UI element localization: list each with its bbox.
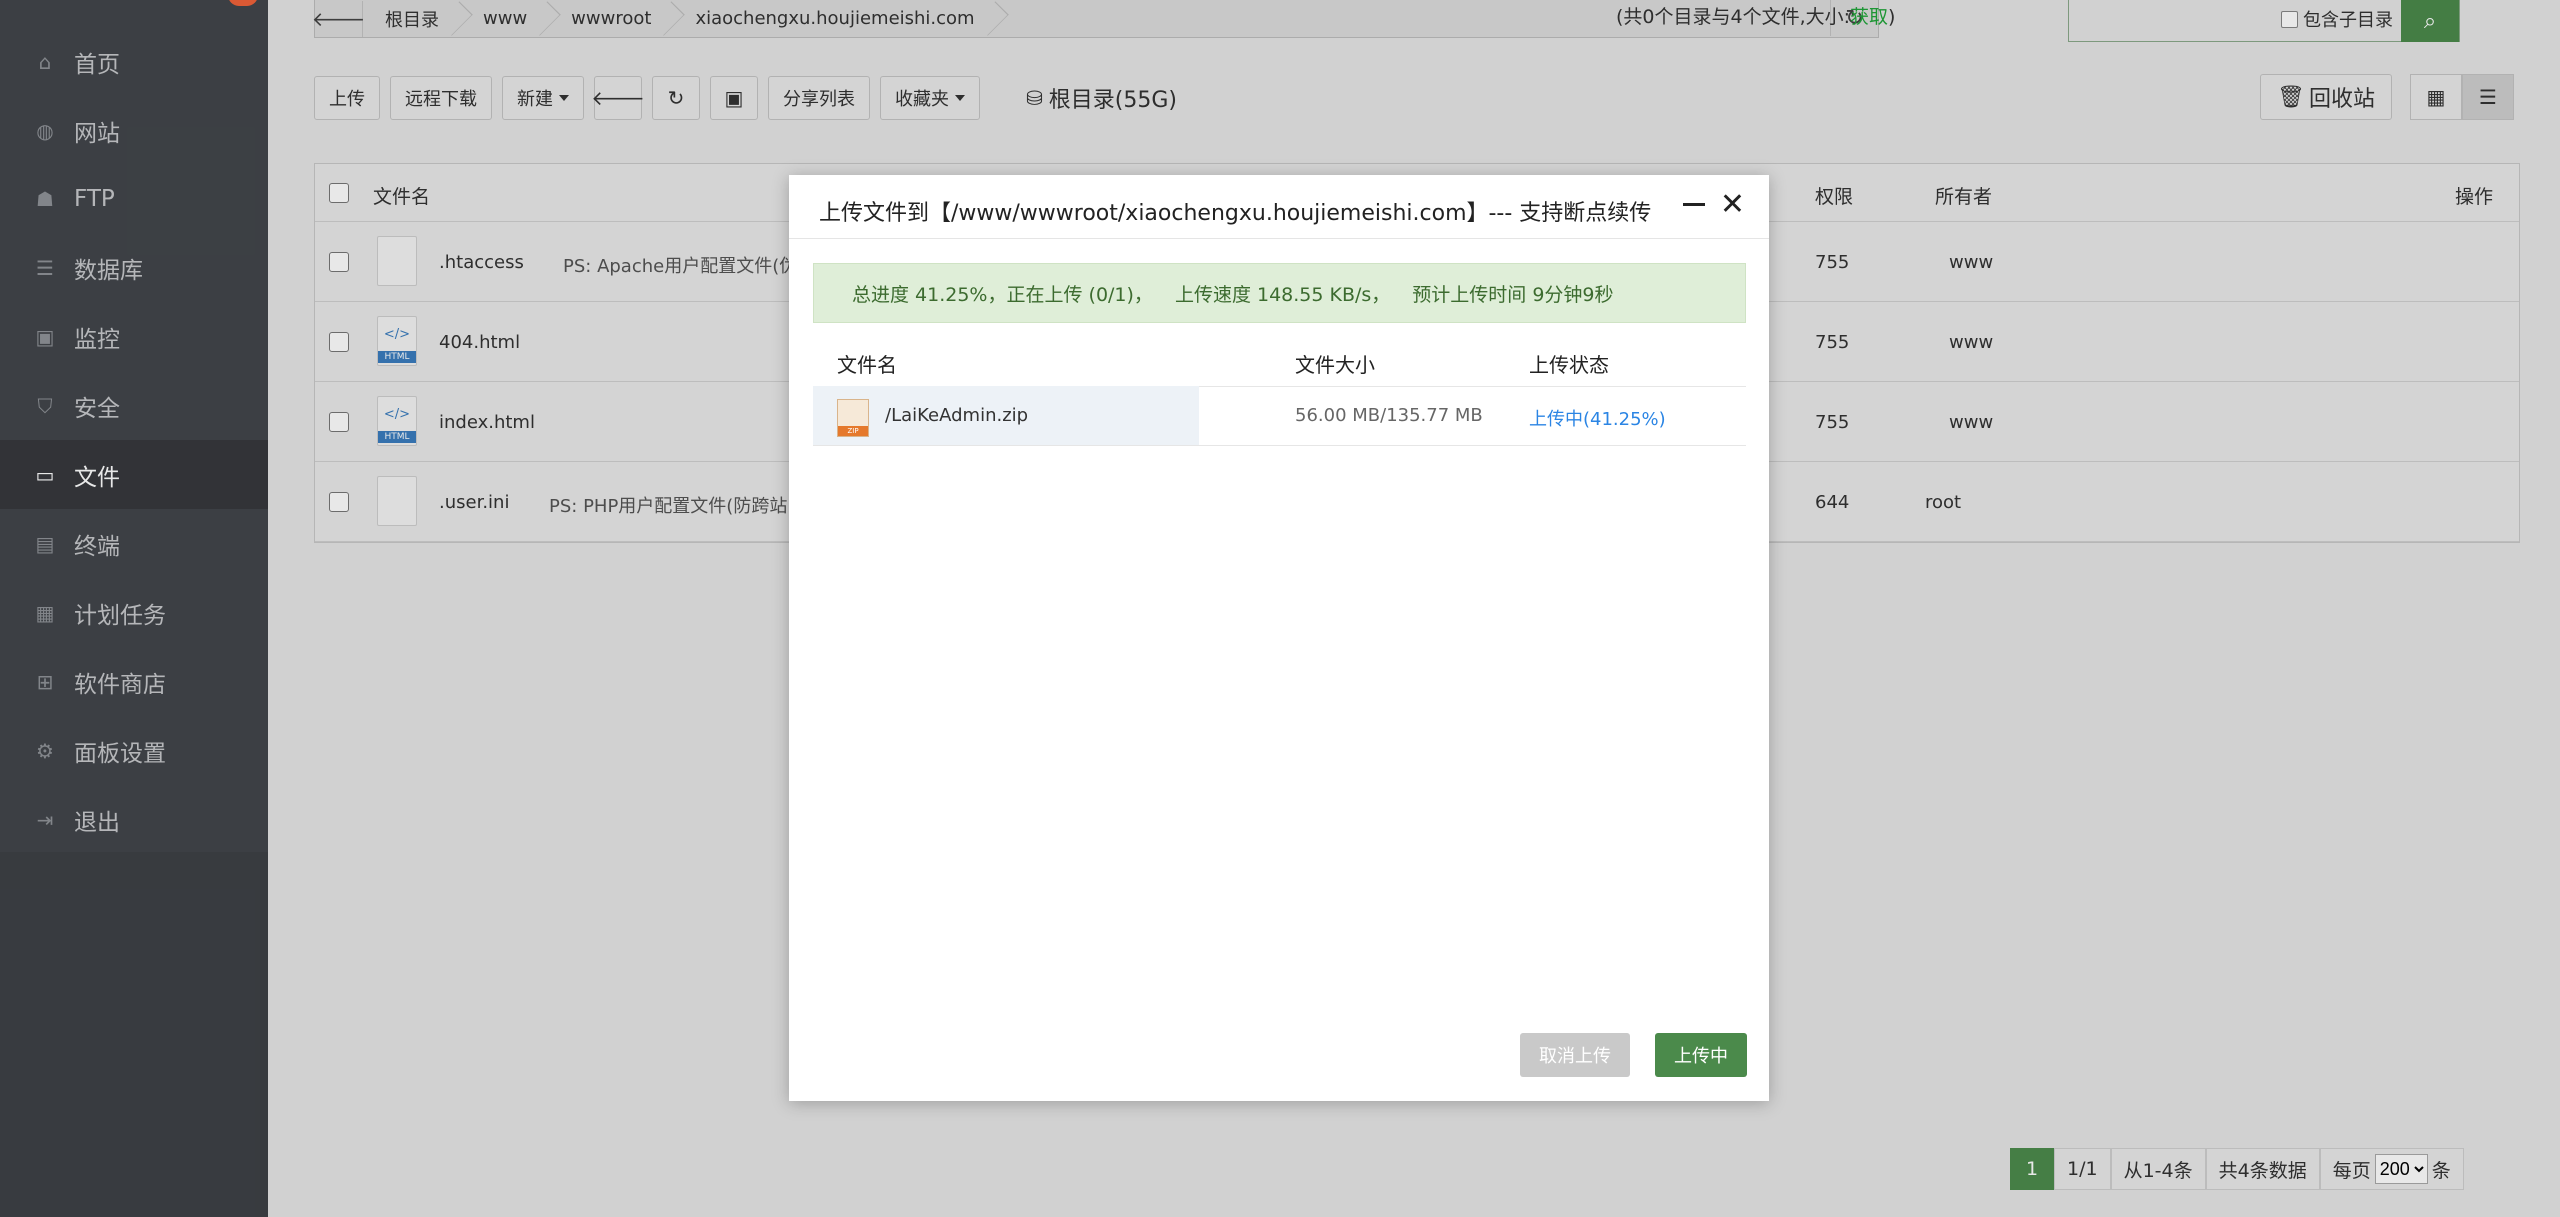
dialog-title: 上传文件到【/www/wwwroot/xiaochengxu.houjiemei… xyxy=(819,201,1652,226)
minimize-icon[interactable] xyxy=(1683,203,1705,206)
upload-col-name: 文件名 xyxy=(837,353,897,377)
upload-eta: 预计上传时间 9分钟9秒 xyxy=(1412,283,1614,306)
upload-speed: 上传速度 148.55 KB/s， xyxy=(1174,283,1391,306)
upload-item: /LaiKeAdmin.zip 56.00 MB/135.77 MB 上传中(4… xyxy=(813,386,1746,446)
upload-col-status: 上传状态 xyxy=(1529,353,1609,377)
upload-list-header: 文件名 文件大小 上传状态 xyxy=(813,333,1746,387)
overall-progress: 总进度 41.25%，正在上传 (0/1)， xyxy=(852,283,1153,306)
zip-file-icon xyxy=(837,399,869,437)
upload-file-size: 56.00 MB/135.77 MB xyxy=(1295,405,1483,426)
close-icon[interactable]: ✕ xyxy=(1720,187,1745,223)
cancel-upload-button[interactable]: 取消上传 xyxy=(1520,1033,1630,1077)
upload-file-status: 上传中(41.25%) xyxy=(1529,409,1666,430)
uploading-button[interactable]: 上传中 xyxy=(1655,1033,1747,1077)
upload-col-size: 文件大小 xyxy=(1295,353,1375,377)
dialog-header: 上传文件到【/www/wwwroot/xiaochengxu.houjiemei… xyxy=(789,175,1769,239)
upload-progress-summary: 总进度 41.25%，正在上传 (0/1)， 上传速度 148.55 KB/s，… xyxy=(813,263,1746,323)
upload-dialog: 上传文件到【/www/wwwroot/xiaochengxu.houjiemei… xyxy=(789,175,1769,1101)
upload-file-name: /LaiKeAdmin.zip xyxy=(885,405,1029,426)
